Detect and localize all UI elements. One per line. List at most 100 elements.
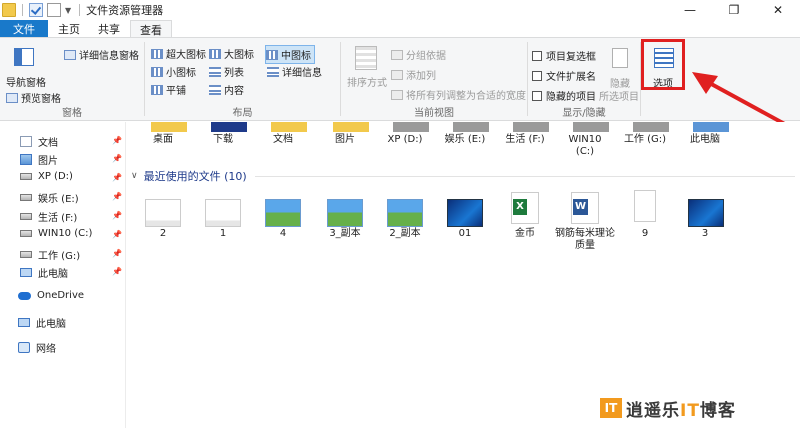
- file-2[interactable]: 2: [133, 228, 193, 240]
- layout-large-icons[interactable]: 大图标: [209, 46, 254, 61]
- layout-extra-large-icons[interactable]: 超大图标: [151, 46, 206, 61]
- nav-item-drive-d[interactable]: XP (D:): [20, 171, 73, 182]
- folder-desktop[interactable]: 桌面: [133, 134, 193, 146]
- minimize-button[interactable]: —: [668, 0, 712, 20]
- group-by-button[interactable]: 分组依据: [391, 47, 446, 62]
- file-thumbnail[interactable]: [634, 190, 656, 222]
- checkbox[interactable]: [532, 90, 542, 101]
- hidden-items-toggle[interactable]: 隐藏的项目: [532, 88, 596, 103]
- nav-item-documents[interactable]: 文档: [20, 134, 58, 149]
- close-button[interactable]: ✕: [756, 0, 800, 20]
- folder-downloads[interactable]: 下载: [193, 134, 253, 146]
- nav-item-drive-f[interactable]: 生活 (F:): [20, 209, 77, 224]
- details-pane-button[interactable]: 详细信息窗格: [64, 47, 139, 62]
- nav-pane-button[interactable]: [14, 48, 34, 66]
- layout-small-icons[interactable]: 小图标: [151, 64, 196, 79]
- file-thumbnail[interactable]: [387, 199, 423, 227]
- pin-icon[interactable]: 📌: [112, 211, 122, 220]
- file-1[interactable]: 1: [193, 228, 253, 240]
- file-3[interactable]: 3: [675, 228, 735, 240]
- nav-item-onedrive[interactable]: OneDrive: [18, 290, 84, 301]
- drive-icon: [20, 251, 32, 258]
- file-thumbnail[interactable]: [688, 199, 724, 227]
- tab-home[interactable]: 主页: [50, 20, 88, 38]
- file-01[interactable]: 01: [435, 228, 495, 240]
- maximize-button[interactable]: ❐: [712, 0, 756, 20]
- layout-list[interactable]: 列表: [209, 64, 244, 79]
- pin-icon[interactable]: 📌: [112, 249, 122, 258]
- nav-item-drive-g[interactable]: 工作 (G:): [20, 247, 80, 262]
- preview-pane-button[interactable]: 预览窗格: [6, 90, 61, 105]
- nav-item-this-pc[interactable]: 此电脑: [18, 315, 66, 330]
- folder-drive-g[interactable]: 工作 (G:): [615, 134, 675, 146]
- pin-icon[interactable]: 📌: [112, 173, 122, 182]
- sort-button[interactable]: [355, 46, 377, 70]
- folder-drive-f[interactable]: 生活 (F:): [495, 134, 555, 146]
- folder-documents[interactable]: 文档: [253, 134, 313, 146]
- folder-this-pc[interactable]: 此电脑: [675, 134, 735, 146]
- file-thumbnail[interactable]: [265, 199, 301, 227]
- nav-item-pictures[interactable]: 图片: [20, 152, 58, 167]
- nav-item-drive-e[interactable]: 娱乐 (E:): [20, 190, 79, 205]
- file-thumbnail[interactable]: [447, 199, 483, 227]
- drive-icon: [20, 213, 32, 220]
- recent-files-header[interactable]: ∨ 最近使用的文件 (10): [131, 168, 247, 184]
- file-thumbnail[interactable]: [145, 199, 181, 227]
- nav-item-drive-c[interactable]: WIN10 (C:): [20, 228, 92, 239]
- tab-share[interactable]: 共享: [90, 20, 128, 38]
- computer-icon: [18, 318, 30, 327]
- chevron-down-icon[interactable]: ▼: [65, 6, 71, 15]
- file-thumbnail[interactable]: [205, 199, 241, 227]
- word-file-icon[interactable]: [571, 192, 599, 224]
- pin-icon[interactable]: 📌: [112, 267, 122, 276]
- file-rebar-weight[interactable]: 钢筋每米理论质量: [555, 228, 615, 252]
- window-controls: — ❐ ✕: [668, 0, 800, 20]
- folder-drive-d[interactable]: XP (D:): [375, 134, 435, 146]
- highlight-box: [641, 39, 685, 90]
- checkbox[interactable]: [532, 50, 542, 61]
- folder-drive-c[interactable]: WIN10 (C:): [555, 134, 615, 158]
- nav-item-label: 文档: [38, 138, 58, 149]
- layout-details[interactable]: 详细信息: [267, 64, 322, 79]
- pin-icon[interactable]: 📌: [112, 230, 122, 239]
- document-icon: [20, 136, 32, 147]
- pin-icon[interactable]: 📌: [112, 192, 122, 201]
- file-9[interactable]: 9: [615, 228, 675, 240]
- layout-tiles[interactable]: 平铺: [151, 82, 186, 97]
- new-folder-icon[interactable]: [47, 3, 61, 17]
- selected-items-label: 所选项目: [599, 92, 639, 103]
- watermark-text-accent: IT: [680, 400, 700, 421]
- item-checkboxes-toggle[interactable]: 项目复选框: [532, 48, 596, 63]
- file-3-copy[interactable]: 3_副本: [315, 228, 375, 240]
- file-jinbi[interactable]: 金币: [495, 228, 555, 240]
- group-by-label: 分组依据: [406, 51, 446, 62]
- layout-label: 超大图标: [166, 50, 206, 61]
- nav-pane-label[interactable]: 导航窗格: [6, 74, 46, 89]
- checkbox[interactable]: [532, 70, 542, 81]
- list-icon: [209, 66, 221, 77]
- folder-drive-e[interactable]: 娱乐 (E:): [435, 134, 495, 146]
- pin-icon[interactable]: 📌: [112, 154, 122, 163]
- tab-view[interactable]: 查看: [130, 20, 172, 38]
- excel-file-icon[interactable]: [511, 192, 539, 224]
- title-bar: ▼ 文件资源管理器 — ❐ ✕: [0, 0, 800, 20]
- file-4[interactable]: 4: [253, 228, 313, 240]
- hide-selected-button[interactable]: [612, 48, 628, 68]
- layout-content[interactable]: 内容: [209, 82, 244, 97]
- fit-columns-button[interactable]: 将所有列调整为合适的宽度: [391, 87, 526, 102]
- nav-item-network[interactable]: 网络: [18, 340, 56, 355]
- layout-medium-icons[interactable]: 中图标: [265, 45, 315, 64]
- properties-icon[interactable]: [29, 3, 43, 17]
- file-extensions-toggle[interactable]: 文件扩展名: [532, 68, 596, 83]
- preview-pane-icon: [6, 92, 18, 103]
- computer-icon: [20, 268, 32, 277]
- sort-label[interactable]: 排序方式: [347, 74, 387, 89]
- file-thumbnail[interactable]: [327, 199, 363, 227]
- tab-file[interactable]: 文件: [0, 20, 48, 38]
- pin-icon[interactable]: 📌: [112, 136, 122, 145]
- file-2-copy[interactable]: 2_副本: [375, 228, 435, 240]
- onedrive-icon: [18, 291, 31, 300]
- folder-pictures[interactable]: 图片: [315, 134, 375, 146]
- nav-item-this-pc-quick[interactable]: 此电脑: [20, 265, 68, 280]
- add-column-button[interactable]: 添加列: [391, 67, 436, 82]
